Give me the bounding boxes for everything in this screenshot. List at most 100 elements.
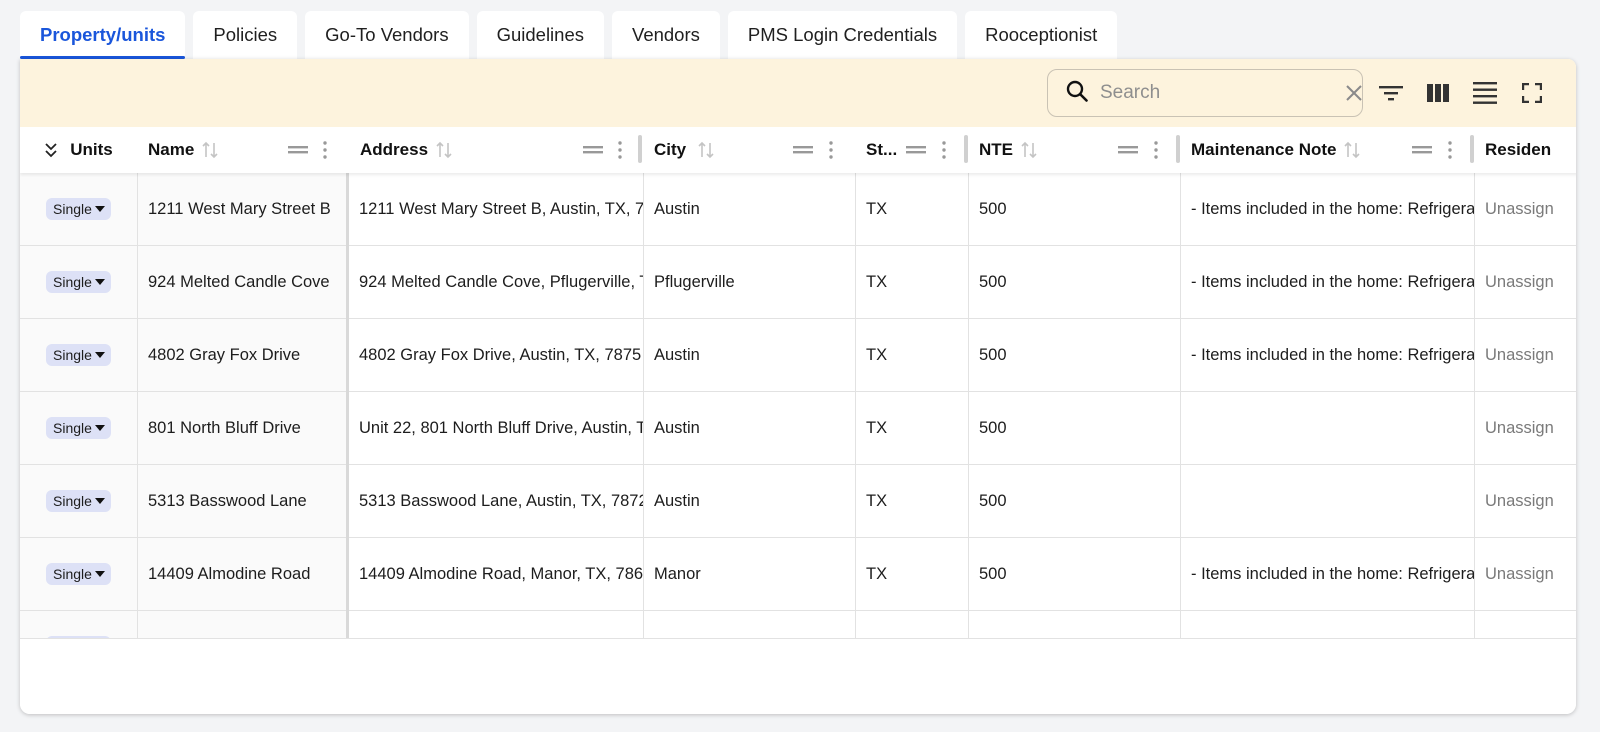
column-menu-icon[interactable] <box>1448 127 1452 173</box>
cell-state[interactable]: TX <box>856 246 969 318</box>
cell-state[interactable]: TX <box>856 465 969 537</box>
cell-name[interactable]: 1211 West Mary Street B <box>138 173 349 245</box>
cell-address[interactable]: Unit 22, 801 North Bluff Drive, Austin, … <box>349 392 644 464</box>
column-resize-handle[interactable] <box>1470 135 1474 163</box>
column-resize-handle[interactable] <box>638 135 642 163</box>
table-row[interactable]: Single 1211 West Mary Street B 1211 West M… <box>20 173 1576 246</box>
column-resize-handle[interactable] <box>1176 135 1180 163</box>
unit-type-dropdown[interactable]: Single <box>46 417 111 439</box>
cell-address[interactable]: 924 Melted Candle Cove, Pflugerville, T <box>349 246 644 318</box>
tab-pms-login-credentials[interactable]: PMS Login Credentials <box>727 11 958 59</box>
cell-address[interactable]: 4802 Gray Fox Drive, Austin, TX, 7875 <box>349 319 644 391</box>
cell-address[interactable]: 5313 Basswood Lane, Austin, TX, 7872 <box>349 465 644 537</box>
column-menu-icon[interactable] <box>942 127 946 173</box>
cell-state[interactable]: TX <box>856 611 969 638</box>
cell-resident[interactable]: Unassign <box>1475 173 1576 245</box>
column-header-nte[interactable]: NTE <box>969 127 1179 173</box>
unit-type-dropdown[interactable]: Single <box>46 490 111 512</box>
cell-city[interactable]: Austin <box>644 465 856 537</box>
sort-icon[interactable] <box>1344 141 1361 159</box>
cell-nte[interactable]: 500 <box>969 465 1181 537</box>
drag-handle-icon[interactable] <box>288 127 308 173</box>
cell-note[interactable]: - AC type: Central AC electric - Breake <box>1181 611 1475 638</box>
cell-nte[interactable]: 500 <box>969 392 1181 464</box>
cell-state[interactable]: TX <box>856 173 969 245</box>
fullscreen-icon[interactable] <box>1517 78 1547 108</box>
cell-note[interactable]: - Items included in the home: Refrigera <box>1181 538 1475 610</box>
cell-nte[interactable]: 500 <box>969 611 1181 638</box>
cell-city[interactable]: Austin <box>644 611 856 638</box>
sort-icon[interactable] <box>436 141 452 159</box>
cell-note[interactable] <box>1181 392 1475 464</box>
cell-resident[interactable]: Unassign <box>1475 611 1576 639</box>
clear-icon[interactable] <box>1345 84 1363 102</box>
cell-resident[interactable]: Unassign <box>1475 465 1576 537</box>
sort-icon[interactable] <box>202 141 218 159</box>
cell-name[interactable]: 4802 Gray Fox Drive <box>138 319 349 391</box>
cell-address[interactable]: 11426 Bristle Oak Trail, Austin, TX, 787 <box>349 611 644 638</box>
drag-handle-icon[interactable] <box>583 127 603 173</box>
table-row[interactable]: Single 4802 Gray Fox Drive 4802 Gray Fox D… <box>20 319 1576 392</box>
cell-state[interactable]: TX <box>856 319 969 391</box>
drag-handle-icon[interactable] <box>1118 127 1138 173</box>
unit-type-dropdown[interactable]: Single <box>46 563 111 585</box>
cell-nte[interactable]: 500 <box>969 173 1181 245</box>
cell-resident[interactable]: Unassign <box>1475 538 1576 610</box>
cell-note[interactable]: - Items included in the home: Refrigera <box>1181 173 1475 245</box>
cell-city[interactable]: Austin <box>644 319 856 391</box>
filter-icon[interactable] <box>1376 78 1406 108</box>
cell-name[interactable]: 801 North Bluff Drive <box>138 392 349 464</box>
unit-type-dropdown[interactable]: Single <box>46 344 111 366</box>
cell-state[interactable]: TX <box>856 392 969 464</box>
table-row[interactable]: Single 5313 Basswood Lane 5313 Basswood La… <box>20 465 1576 538</box>
cell-city[interactable]: Pflugerville <box>644 246 856 318</box>
density-icon[interactable] <box>1470 78 1500 108</box>
cell-address[interactable]: 1211 West Mary Street B, Austin, TX, 7 <box>349 173 644 245</box>
unit-type-dropdown[interactable]: Single <box>46 198 111 220</box>
cell-resident[interactable]: Unassign <box>1475 246 1576 318</box>
unit-type-dropdown[interactable]: Single <box>46 271 111 293</box>
drag-handle-icon[interactable] <box>1412 127 1432 173</box>
cell-note[interactable]: - Items included in the home: Refrigera <box>1181 319 1475 391</box>
column-menu-icon[interactable] <box>618 127 622 173</box>
drag-handle-icon[interactable] <box>906 127 926 173</box>
cell-name[interactable]: 924 Melted Candle Cove <box>138 246 349 318</box>
tab-rooceptionist[interactable]: Rooceptionist <box>965 11 1118 59</box>
table-row[interactable]: Single 14409 Almodine Road 14409 Almodine … <box>20 538 1576 611</box>
cell-name[interactable]: 5313 Basswood Lane <box>138 465 349 537</box>
cell-note[interactable]: - Items included in the home: Refrigera <box>1181 246 1475 318</box>
column-header-units[interactable]: Units <box>20 127 137 173</box>
column-menu-icon[interactable] <box>323 127 327 173</box>
column-header-resident[interactable]: Residen <box>1475 127 1576 173</box>
column-menu-icon[interactable] <box>829 127 833 173</box>
cell-nte[interactable]: 500 <box>969 538 1181 610</box>
cell-resident[interactable]: Unassign <box>1475 392 1576 464</box>
column-header-name[interactable]: Name <box>138 127 348 173</box>
cell-city[interactable]: Manor <box>644 538 856 610</box>
cell-state[interactable]: TX <box>856 538 969 610</box>
cell-address[interactable]: 14409 Almodine Road, Manor, TX, 786 <box>349 538 644 610</box>
table-row[interactable]: Single11426 Bristle Oak Trail11426 Brist… <box>20 611 1576 638</box>
cell-name[interactable]: 14409 Almodine Road <box>138 538 349 610</box>
tab-go-to-vendors[interactable]: Go-To Vendors <box>305 11 469 59</box>
sort-icon[interactable] <box>1021 141 1037 159</box>
collapse-all-icon[interactable] <box>44 142 58 158</box>
cell-nte[interactable]: 500 <box>969 246 1181 318</box>
cell-resident[interactable]: Unassign <box>1475 319 1576 391</box>
column-resize-handle[interactable] <box>964 135 968 163</box>
cell-city[interactable]: Austin <box>644 392 856 464</box>
cell-name[interactable]: 11426 Bristle Oak Trail <box>138 611 349 638</box>
table-row[interactable]: Single 801 North Bluff Drive Unit 22, 801 … <box>20 392 1576 465</box>
sort-icon[interactable] <box>698 141 714 159</box>
cell-nte[interactable]: 500 <box>969 319 1181 391</box>
table-row[interactable]: Single 924 Melted Candle Cove 924 Melted C… <box>20 246 1576 319</box>
tab-guidelines[interactable]: Guidelines <box>476 11 604 59</box>
tab-vendors[interactable]: Vendors <box>612 11 720 59</box>
column-menu-icon[interactable] <box>1154 127 1158 173</box>
tab-policies[interactable]: Policies <box>193 11 298 59</box>
drag-handle-icon[interactable] <box>793 127 813 173</box>
column-header-city[interactable]: City <box>644 127 854 173</box>
tab-property-units[interactable]: Property/units <box>20 11 186 59</box>
columns-icon[interactable] <box>1423 78 1453 108</box>
cell-note[interactable] <box>1181 465 1475 537</box>
